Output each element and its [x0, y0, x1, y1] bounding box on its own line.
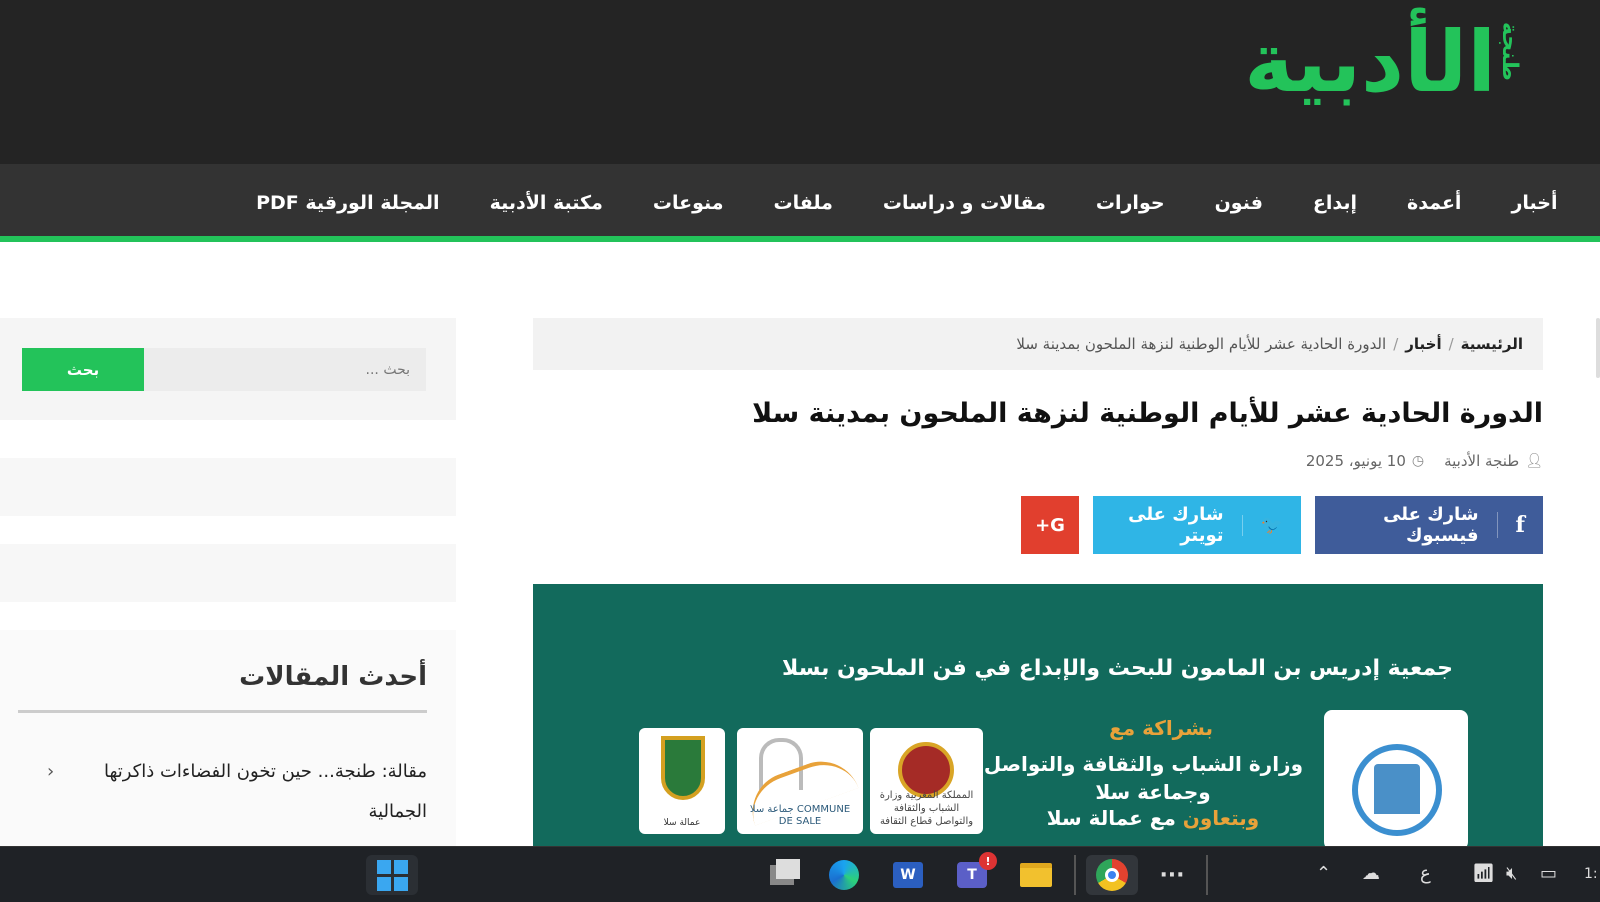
site-header: الأدبية طنجة	[0, 0, 1600, 164]
nav-item-interviews[interactable]: حوارات	[1096, 192, 1165, 214]
article-meta: 👤︎ طنجة الأدبية ◷ 10 يونيو، 2025	[1306, 452, 1543, 470]
clock-icon: ◷	[1411, 453, 1425, 469]
teams-taskbar-button[interactable]: T !	[950, 852, 997, 895]
prefecture-logo: عمالة سلا	[639, 728, 725, 834]
onedrive-cloud-icon[interactable]: ☁	[1362, 861, 1380, 887]
chrome-taskbar-button[interactable]	[1086, 855, 1138, 895]
sidebar-widget-placeholder	[0, 458, 456, 516]
coat-of-arms-icon	[661, 736, 705, 800]
latest-articles-heading: أحدث المقالات	[239, 662, 427, 692]
main-nav: ا أخبار أعمدة إبداع فنون حوارات مقالات و…	[0, 164, 1600, 242]
breadcrumb-home-link[interactable]: الرئيسية	[1461, 335, 1523, 353]
windows-taskbar: W T ! ··· ⌃ ☁ ع 📶︎ 🔇︎ ▭ 1:	[0, 846, 1600, 902]
banner-line-2: وجماعة سلا	[1095, 780, 1211, 804]
banner-line-3-suffix: مع عمالة سلا	[1046, 806, 1176, 830]
nav-item-articles[interactable]: مقالات و دراسات	[883, 192, 1046, 214]
banner-line-3-prefix: وبتعاون	[1182, 806, 1260, 830]
article-featured-image: جمعية إدريس بن المامون للبحث والإبداع في…	[533, 584, 1543, 846]
wifi-icon[interactable]: 📶︎	[1472, 861, 1495, 887]
edge-icon	[829, 860, 859, 890]
teams-icon: T !	[957, 852, 997, 888]
page-scrollbar[interactable]	[1596, 318, 1600, 378]
nav-item-news[interactable]: أخبار	[1511, 192, 1557, 214]
nav-item-library[interactable]: مكتبة الأدبية	[490, 192, 603, 214]
breadcrumb-current: الدورة الحادية عشر للأيام الوطنية لنزهة …	[1016, 335, 1387, 353]
word-icon: W	[893, 862, 923, 888]
edge-taskbar-button[interactable]	[822, 855, 866, 895]
notification-badge: !	[979, 852, 997, 870]
article-author[interactable]: طنجة الأدبية	[1444, 452, 1519, 470]
association-logo-tower	[1374, 764, 1420, 814]
windows-logo-icon	[376, 859, 408, 891]
more-apps-button[interactable]: ···	[1150, 855, 1194, 895]
google-plus-icon: G+	[1035, 514, 1065, 536]
chevron-left-icon: ‹	[47, 761, 55, 782]
share-google-plus-button[interactable]: G+	[1021, 496, 1079, 554]
sidebar-widget-placeholder	[0, 544, 456, 602]
share-twitter-label: شارك على تويتر	[1128, 504, 1224, 546]
nav-item-files[interactable]: ملفات	[774, 192, 833, 214]
volume-muted-icon[interactable]: 🔇︎	[1506, 861, 1517, 887]
latest-article-title: مقالة: طنجة... حين تخون الفضاءات ذاكرتها…	[103, 761, 427, 822]
share-twitter-button[interactable]: 🐦 شارك على تويتر	[1093, 496, 1301, 554]
breadcrumb: الرئيسية / أخبار / الدورة الحادية عشر لل…	[533, 318, 1543, 370]
banner-heading: جمعية إدريس بن المامون للبحث والإبداع في…	[781, 656, 1453, 681]
breadcrumb-separator: /	[1393, 335, 1399, 353]
chevron-up-icon[interactable]: ⌃	[1316, 861, 1331, 887]
clock-text[interactable]: 1:	[1584, 861, 1598, 887]
twitter-icon: 🐦	[1241, 514, 1283, 536]
search-button[interactable]: بحث	[22, 348, 144, 391]
sale-commune-logo: جماعة سلا COMMUNE DE SALE	[737, 728, 863, 834]
association-logo	[1324, 710, 1468, 846]
nav-item-columns[interactable]: أعمدة	[1407, 192, 1461, 214]
taskbar-divider	[1206, 855, 1208, 895]
nav-item-arts[interactable]: فنون	[1215, 192, 1263, 214]
facebook-icon: f	[1496, 512, 1525, 538]
share-buttons: f شارك على فيسبوك 🐦 شارك على تويتر G+	[1021, 496, 1543, 554]
ministry-logo-text: المملكة المغربية وزارة الشباب والثقافة و…	[879, 790, 974, 827]
ministry-logo: المملكة المغربية وزارة الشباب والثقافة و…	[870, 728, 983, 834]
search-input[interactable]	[144, 348, 426, 391]
latest-article-link[interactable]: ‹ مقالة: طنجة... حين تخون الفضاءات ذاكرت…	[47, 752, 427, 832]
banner-partnership: بشراكة مع	[1109, 716, 1213, 740]
nav-item-misc[interactable]: منوعات	[653, 192, 724, 214]
commune-logo-text: جماعة سلا COMMUNE DE SALE	[749, 804, 851, 827]
nav-item-pdf-magazine[interactable]: المجلة الورقية PDF	[256, 192, 440, 214]
user-icon: 👤︎	[1525, 453, 1543, 469]
input-language-indicator[interactable]: ع	[1420, 861, 1431, 887]
site-logo-small-text: طنجة	[1497, 22, 1522, 81]
breadcrumb-category-link[interactable]: أخبار	[1405, 335, 1441, 353]
taskbar-divider	[1074, 855, 1076, 895]
folder-icon	[1020, 863, 1052, 887]
divider	[18, 710, 427, 713]
task-view-button[interactable]	[760, 855, 804, 895]
article-title: الدورة الحادية عشر للأيام الوطنية لنزهة …	[752, 398, 1543, 429]
task-view-icon	[770, 859, 800, 885]
start-button[interactable]	[366, 855, 418, 895]
chrome-icon	[1096, 859, 1128, 891]
file-explorer-taskbar-button[interactable]	[1014, 855, 1058, 895]
share-facebook-button[interactable]: f شارك على فيسبوك	[1315, 496, 1543, 554]
banner-line-3: وبتعاون مع عمالة سلا	[1003, 806, 1303, 830]
nav-item-creativity[interactable]: إبداع	[1313, 192, 1357, 214]
banner-line-1: وزارة الشباب والثقافة والتواصل	[983, 752, 1303, 776]
site-logo[interactable]: الأدبية	[1244, 12, 1499, 112]
breadcrumb-separator: /	[1448, 335, 1454, 353]
article-date: 10 يونيو، 2025	[1305, 452, 1406, 470]
latest-articles-widget: أحدث المقالات ‹ مقالة: طنجة... حين تخون …	[0, 630, 456, 846]
share-facebook-label: شارك على فيسبوك	[1383, 504, 1479, 546]
prefecture-logo-text: عمالة سلا	[663, 818, 701, 828]
word-taskbar-button[interactable]: W	[886, 855, 930, 895]
battery-icon[interactable]: ▭	[1540, 861, 1557, 887]
